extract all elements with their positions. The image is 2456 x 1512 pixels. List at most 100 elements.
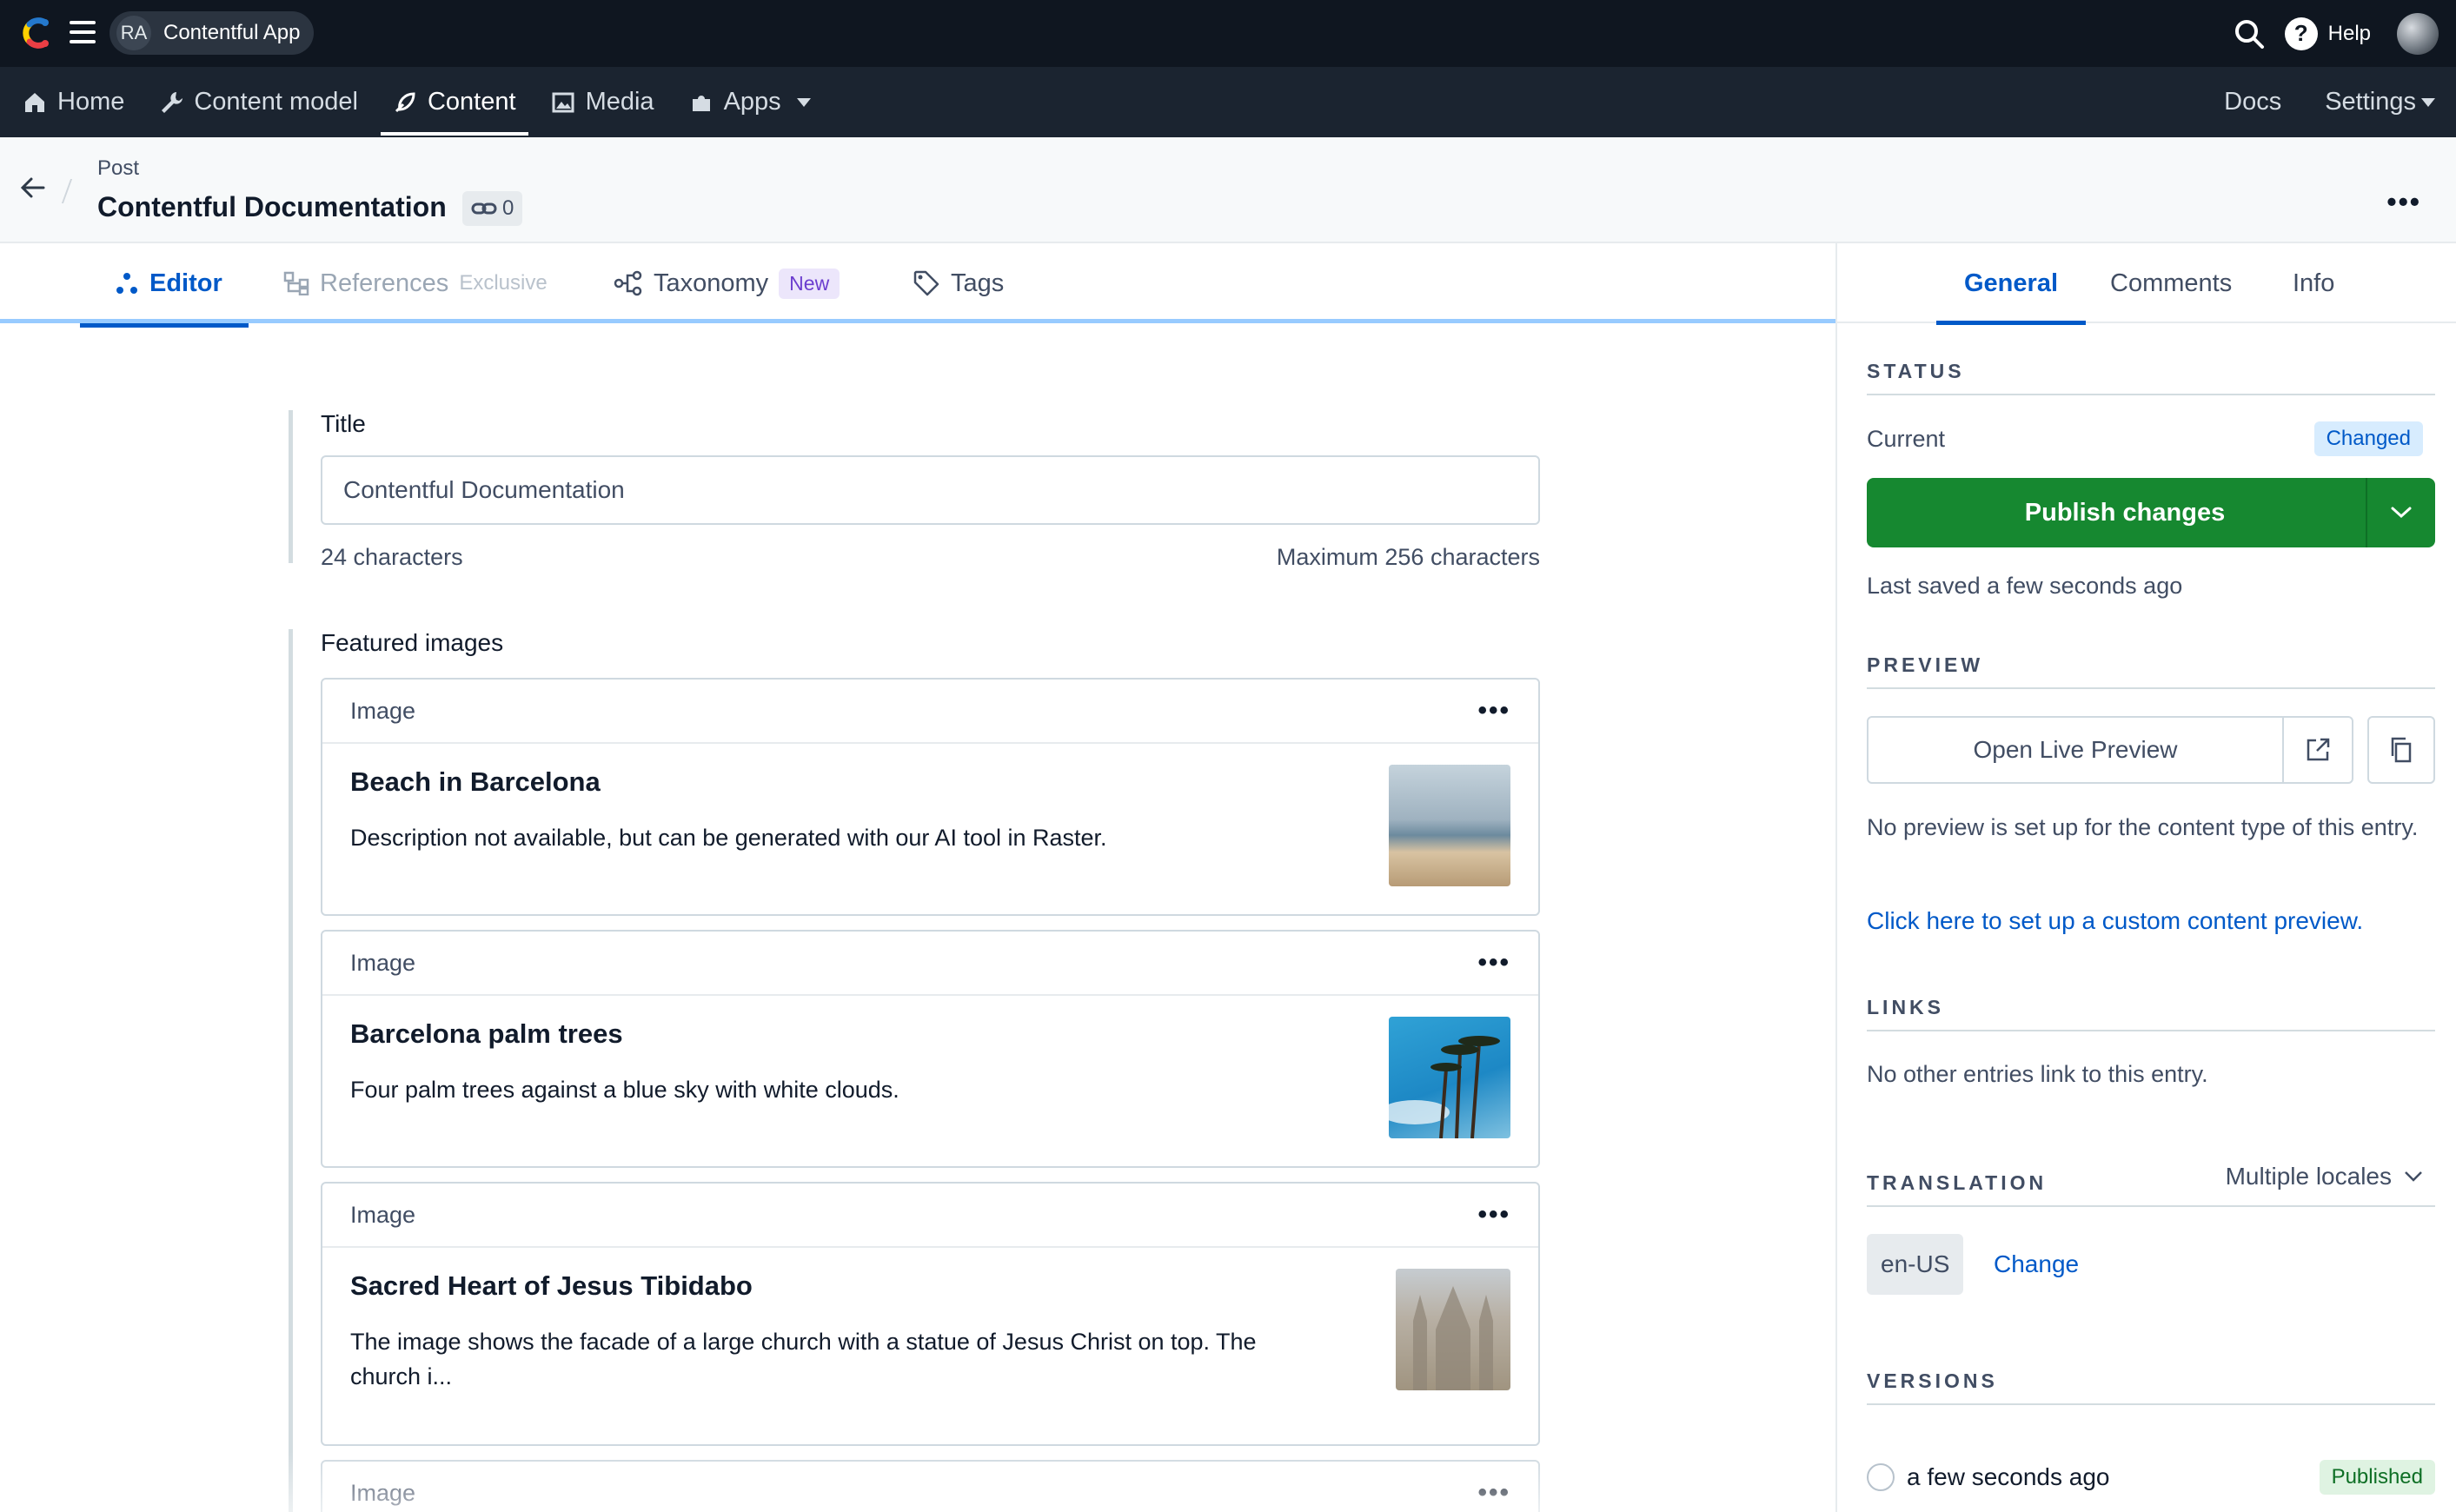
tab-general[interactable]: General bbox=[1936, 243, 2086, 325]
links-text: No other entries link to this entry. bbox=[1867, 1061, 2208, 1087]
space-switcher[interactable]: RA Contentful App bbox=[110, 11, 315, 55]
references-count-badge[interactable]: 0 bbox=[462, 191, 523, 226]
nav-item-content[interactable]: Content bbox=[375, 67, 534, 137]
open-external-button[interactable] bbox=[2284, 718, 2352, 782]
tab-info[interactable]: Info bbox=[2293, 243, 2334, 323]
reference-count: 0 bbox=[502, 196, 514, 220]
card-description: Four palm trees against a blue sky with … bbox=[350, 1077, 899, 1103]
settings-menu[interactable]: Settings bbox=[2325, 88, 2435, 116]
card-type: Image bbox=[350, 949, 416, 976]
version-time: a few seconds ago bbox=[1907, 1463, 2110, 1490]
card-type: Image bbox=[350, 697, 416, 724]
nav-item-home[interactable]: Home bbox=[5, 67, 142, 137]
new-badge: New bbox=[779, 268, 840, 299]
card-title: Beach in Barcelona bbox=[350, 766, 601, 797]
back-arrow-icon[interactable] bbox=[17, 172, 49, 203]
publish-changes-button[interactable]: Publish changes bbox=[1867, 478, 2435, 547]
chevron-down-icon bbox=[2391, 507, 2412, 519]
tab-taxonomy[interactable]: Taxonomy New bbox=[614, 243, 840, 323]
help-link[interactable]: Help bbox=[2328, 22, 2371, 46]
published-badge: Published bbox=[2319, 1460, 2435, 1495]
title-input[interactable]: Contentful Documentation bbox=[321, 455, 1540, 525]
nav-label: Content model bbox=[194, 88, 358, 116]
featured-images-field: Featured images Image ••• Beach in Barce… bbox=[289, 629, 1540, 1512]
church-thumbnail bbox=[1396, 1269, 1510, 1390]
header-divider bbox=[61, 179, 73, 203]
puzzle-icon bbox=[692, 95, 710, 111]
tag-icon bbox=[913, 270, 939, 296]
palm-thumbnail bbox=[1389, 1017, 1510, 1138]
entry-title: Contentful Documentation bbox=[97, 191, 447, 222]
live-preview-label: Open Live Preview bbox=[1869, 718, 2284, 782]
tab-label: Taxonomy bbox=[654, 269, 769, 297]
nav-label: Apps bbox=[723, 88, 781, 116]
nav-label: Content bbox=[427, 88, 516, 116]
tab-editor[interactable]: Editor bbox=[80, 243, 249, 328]
locale-mode-label: Multiple locales bbox=[2225, 1163, 2392, 1190]
card-more-icon[interactable]: ••• bbox=[1477, 1200, 1510, 1230]
contentful-logo-icon[interactable] bbox=[16, 12, 57, 54]
card-title: Sacred Heart of Jesus Tibidabo bbox=[350, 1270, 753, 1301]
card-description: Description not available, but can be ge… bbox=[350, 825, 1107, 851]
nav-item-apps[interactable]: Apps bbox=[672, 67, 828, 137]
content-type-name: Post bbox=[97, 156, 140, 180]
image-icon bbox=[552, 92, 574, 112]
main-navigation: Home Content model Content Media Apps Do… bbox=[0, 67, 2456, 137]
title-field: Title Contentful Documentation 24 charac… bbox=[289, 410, 1540, 570]
status-heading: STATUS bbox=[1867, 360, 2435, 395]
user-avatar[interactable] bbox=[2397, 12, 2439, 55]
change-locale-link[interactable]: Change bbox=[1994, 1234, 2079, 1295]
search-icon[interactable] bbox=[2233, 17, 2266, 50]
image-card[interactable]: Image ••• Sacred Heart of Jesus Tibidabo… bbox=[321, 1182, 1540, 1446]
tab-label: Editor bbox=[149, 269, 222, 297]
menu-icon[interactable] bbox=[70, 21, 96, 43]
open-live-preview-button[interactable]: Open Live Preview bbox=[1867, 716, 2353, 784]
entry-header: Post Contentful Documentation 0 ••• bbox=[0, 137, 2456, 243]
sidebar-tabs: General Comments Info bbox=[1837, 243, 2456, 325]
preview-note: No preview is set up for the content typ… bbox=[1867, 814, 2419, 840]
references-icon bbox=[283, 271, 309, 295]
nav-item-content-model[interactable]: Content model bbox=[142, 67, 375, 137]
last-saved-text: Last saved a few seconds ago bbox=[1867, 573, 2183, 599]
publish-label: Publish changes bbox=[2024, 498, 2226, 527]
docs-link[interactable]: Docs bbox=[2224, 88, 2281, 116]
top-bar: RA Contentful App ? Help bbox=[0, 0, 2456, 67]
version-radio[interactable] bbox=[1867, 1463, 1895, 1491]
character-limit: Maximum 256 characters bbox=[1276, 544, 1540, 570]
preview-heading: PREVIEW bbox=[1867, 653, 2435, 689]
nav-label: Home bbox=[57, 88, 125, 116]
version-item[interactable]: a few seconds ago Published bbox=[1867, 1456, 2435, 1498]
tab-label: Tags bbox=[951, 269, 1005, 297]
tab-tags[interactable]: Tags bbox=[913, 243, 1004, 323]
image-card[interactable]: Image ••• Barcelona palm trees Four palm… bbox=[321, 930, 1540, 1168]
card-more-icon[interactable]: ••• bbox=[1477, 948, 1510, 978]
copy-preview-link-button[interactable] bbox=[2367, 716, 2435, 784]
scroll-fade bbox=[0, 1451, 1835, 1512]
more-actions-icon[interactable]: ••• bbox=[2386, 186, 2421, 218]
character-count: 24 characters bbox=[321, 544, 463, 570]
links-heading: LINKS bbox=[1867, 996, 2435, 1031]
nav-item-media[interactable]: Media bbox=[534, 67, 672, 137]
tab-references[interactable]: References Exclusive bbox=[283, 243, 548, 323]
tab-label: References bbox=[320, 269, 449, 297]
card-more-icon[interactable]: ••• bbox=[1477, 696, 1510, 726]
home-icon bbox=[25, 92, 44, 112]
card-description: The image shows the facade of a large ch… bbox=[350, 1329, 1257, 1389]
card-type: Image bbox=[350, 1201, 416, 1228]
custom-preview-link[interactable]: Click here to set up a custom content pr… bbox=[1867, 907, 2363, 935]
image-card[interactable]: Image ••• Beach in Barcelona Description… bbox=[321, 678, 1540, 916]
nav-label: Media bbox=[585, 88, 654, 116]
locale-chip: en-US bbox=[1867, 1234, 1964, 1295]
palm-tree-illustration bbox=[1389, 1036, 1500, 1138]
wrench-icon bbox=[162, 91, 183, 113]
feather-icon bbox=[395, 91, 415, 112]
publish-options-toggle[interactable] bbox=[2366, 478, 2435, 547]
locale-mode-selector[interactable]: Multiple locales bbox=[2226, 1163, 2423, 1190]
chevron-down-icon bbox=[2421, 98, 2435, 108]
entry-editor: Title Contentful Documentation 24 charac… bbox=[0, 323, 1835, 1512]
space-name: Contentful App bbox=[163, 21, 301, 44]
help-icon[interactable]: ? bbox=[2284, 17, 2318, 50]
space-avatar: RA bbox=[116, 16, 151, 50]
tab-comments[interactable]: Comments bbox=[2110, 243, 2232, 323]
title-field-label: Title bbox=[321, 410, 366, 437]
